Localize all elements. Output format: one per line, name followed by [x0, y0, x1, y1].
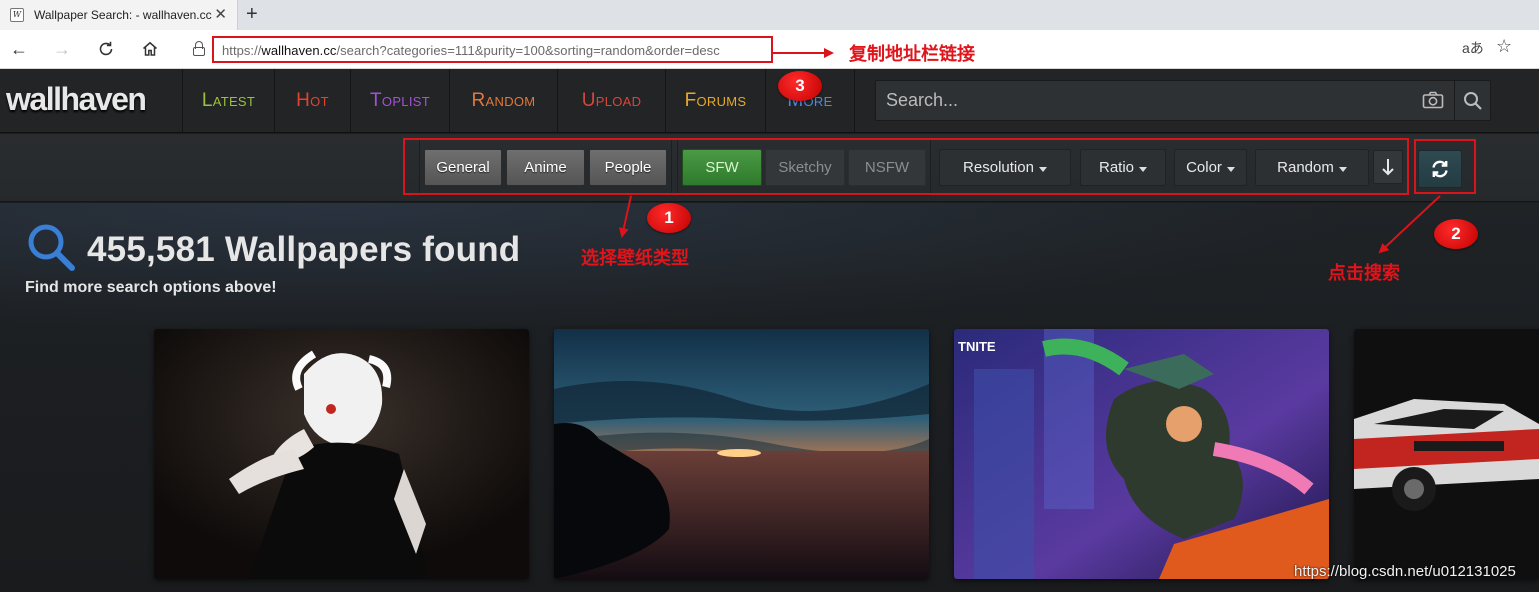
forward-icon[interactable]: →	[51, 38, 73, 60]
wallpaper-thumbnail-4[interactable]	[1354, 329, 1539, 579]
address-bar[interactable]: https://wallhaven.cc/search?categories=1…	[212, 36, 773, 63]
site-search	[875, 80, 1491, 121]
search-icon[interactable]	[1454, 81, 1491, 120]
tab-title: Wallpaper Search: - wallhaven.cc	[34, 8, 212, 22]
site-logo[interactable]: wallhaven	[6, 81, 147, 118]
thumbnail-4-art	[1354, 329, 1539, 579]
url-prefix: https://	[222, 43, 262, 58]
new-tab-icon[interactable]: +	[246, 3, 258, 25]
thumbnail-1-art	[154, 329, 529, 579]
annotation-copy-url: 复制地址栏链接	[849, 44, 975, 65]
browser-tab[interactable]: W Wallpaper Search: - wallhaven.cc ✕	[0, 0, 238, 30]
main-nav: Latest Hot Toplist Random Upload Forums …	[182, 69, 855, 133]
site-header: wallhaven Latest Hot Toplist Random Uplo…	[0, 69, 1539, 133]
nav-forums[interactable]: Forums	[665, 69, 765, 133]
wallpaper-thumbnail-2[interactable]	[554, 329, 929, 579]
address-text[interactable]: https://wallhaven.cc/search?categories=1…	[222, 43, 720, 58]
nav-upload[interactable]: Upload	[557, 69, 665, 133]
results-count-title: 455,581 Wallpapers found	[87, 230, 521, 269]
search-icon	[25, 221, 77, 278]
close-tab-icon[interactable]: ✕	[214, 7, 227, 22]
back-icon[interactable]: ←	[8, 38, 30, 60]
annotation-refresh-box	[1414, 139, 1476, 194]
fortnite-logo-text: TNITE	[958, 339, 996, 354]
annotation-badge-2: 2	[1434, 219, 1478, 249]
annotation-choose-type: 选择壁纸类型	[581, 248, 689, 269]
watermark: https://blog.csdn.net/u012131025	[1294, 563, 1516, 580]
lock-icon[interactable]	[193, 41, 205, 57]
nav-toplist[interactable]: Toplist	[350, 69, 449, 133]
url-host: wallhaven.cc	[261, 43, 337, 58]
browser-toolbar: ← → https://wallhaven.cc/search?categori…	[0, 30, 1539, 69]
nav-random[interactable]: Random	[449, 69, 557, 133]
annotation-badge-1: 1	[647, 203, 691, 233]
results-subtitle: Find more search options above!	[25, 279, 277, 296]
browser-tab-bar: W Wallpaper Search: - wallhaven.cc ✕ +	[0, 0, 1539, 30]
thumbnail-2-art	[554, 329, 929, 579]
home-icon[interactable]	[139, 38, 161, 60]
camera-icon[interactable]	[1422, 91, 1444, 114]
annotation-badge-3: 3	[778, 71, 822, 101]
annotation-filter-box	[403, 138, 1409, 195]
search-input[interactable]	[876, 81, 1411, 120]
reload-icon[interactable]	[95, 38, 117, 60]
favorites-icon[interactable]: ☆	[1496, 36, 1512, 57]
annotation-click-search: 点击搜索	[1328, 263, 1400, 284]
site-favicon-icon: W	[10, 8, 24, 22]
read-aloud-icon[interactable]: aあ	[1462, 38, 1484, 58]
url-path: /search?categories=111&purity=100&sortin…	[336, 43, 720, 58]
nav-latest[interactable]: Latest	[182, 69, 274, 133]
nav-hot[interactable]: Hot	[274, 69, 350, 133]
thumbnail-3-art: TNITE	[954, 329, 1329, 579]
wallpaper-thumbnail-1[interactable]	[154, 329, 529, 579]
wallpaper-thumbnail-3[interactable]: TNITE	[954, 329, 1329, 579]
